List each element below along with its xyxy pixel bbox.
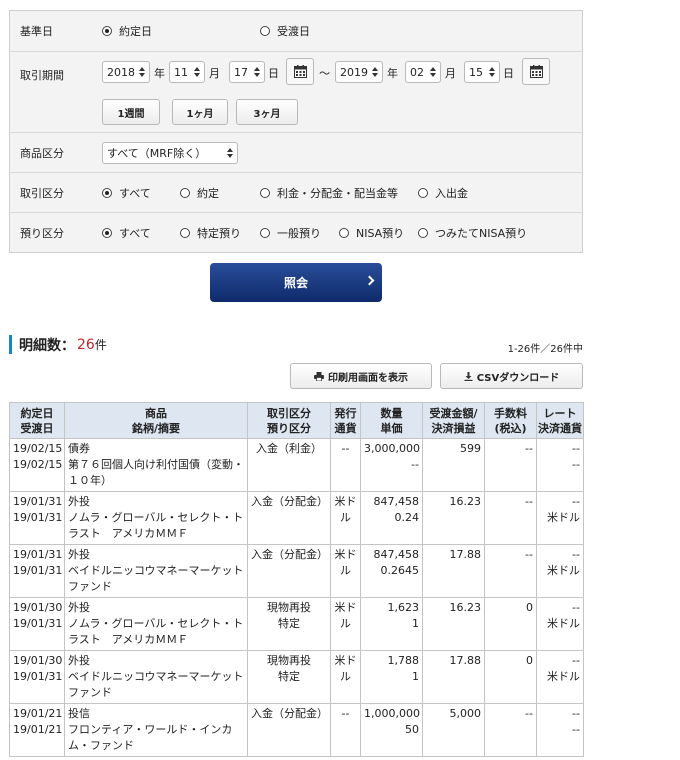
to-year-select[interactable]: 2019 [335,61,383,83]
download-icon [464,371,473,381]
to-calendar-button[interactable] [522,58,550,85]
trade-type-row: 取引区分 すべて 約定 利金・分配金・配当金等 入出金 [10,172,582,212]
trade-type-execution-radio[interactable]: 約定 [180,185,219,201]
trade-type-deposit-radio[interactable]: 入出金 [418,185,468,201]
radio-unchecked-icon [418,187,428,198]
spinner-icon [489,66,495,78]
to-day-select[interactable]: 15 [464,61,500,83]
custody-all-radio[interactable]: すべて [102,225,151,241]
radio-unchecked-icon [260,187,270,198]
radio-unchecked-icon [260,26,270,36]
trade-type-label: 取引区分 [10,173,102,212]
search-form: 基準日 約定日 受渡日 取引期間 2018 年 11 月 17 日 ～ 2019… [9,10,583,253]
spinner-icon [227,147,233,159]
calendar-icon [530,65,543,78]
custody-nisa-radio[interactable]: NISA預り [339,225,404,241]
product-row: 商品区分 すべて（MRF除く） [10,132,582,172]
col-amount: 受渡金額/決済損益 [422,402,485,439]
from-month-select[interactable]: 11 [169,61,205,83]
col-quantity: 数量 単価 [360,402,423,439]
radio-checked-icon [102,227,112,238]
radio-checked-icon [102,187,112,198]
table-row: 19/01/30 19/01/31 外投 ノムラ・グローバル・セレクト・トラスト ア… [9,597,584,651]
col-rate: レート 決済通貨 [536,402,584,439]
period-row: 取引期間 2018 年 11 月 17 日 ～ 2019 年 02 月 15 日… [10,51,582,132]
spinner-icon [430,66,436,78]
table-row: 19/01/31 19/01/31 外投 ベイドルニッコウマネーマーケットファンド … [9,544,584,598]
period-label: 取引期間 [10,52,102,132]
trade-type-all-radio[interactable]: すべて [102,185,151,201]
radio-unchecked-icon [418,227,428,238]
spinner-icon [194,66,200,78]
base-date-settle-radio[interactable]: 受渡日 [260,23,310,39]
print-view-button[interactable]: 印刷用画面を表示 [290,363,432,389]
to-month-select[interactable]: 02 [405,61,441,83]
custody-row: 預り区分 すべて 特定預り 一般預り NISA預り つみたてNISA預り [10,212,582,252]
spinner-icon [372,66,378,78]
col-product: 商品 銘柄/摘要 [64,402,248,439]
inquiry-submit-button[interactable]: 照会 [210,263,382,302]
base-date-label: 基準日 [10,11,102,51]
from-day-select[interactable]: 17 [229,61,265,83]
custody-general-radio[interactable]: 一般預り [260,225,321,241]
table-header: 約定日 受渡日 商品 銘柄/摘要 取引区分 預り区分 発行 通貨 数量 単価 受渡金額/決… [9,402,584,439]
calendar-icon [294,65,307,78]
product-select[interactable]: すべて（MRF除く） [102,142,238,164]
product-label: 商品区分 [10,133,102,172]
custody-label: 預り区分 [10,213,102,252]
radio-checked-icon [102,26,112,36]
table-row: 19/01/30 19/01/31 外投 ベイドルニッコウマネーマーケットファンド … [9,650,584,704]
preset-3month-button[interactable]: 3ヶ月 [236,99,298,125]
transaction-table: 約定日 受渡日 商品 銘柄/摘要 取引区分 預り区分 発行 通貨 数量 単価 受渡金額/決… [9,402,584,757]
spinner-icon [139,66,145,78]
base-date-trade-radio[interactable]: 約定日 [102,23,152,39]
chevron-right-icon [364,275,375,286]
col-trade-type: 取引区分 預り区分 [247,402,331,439]
result-count: 26 [77,336,95,353]
preset-1week-button[interactable]: 1週間 [102,99,160,125]
radio-unchecked-icon [339,227,349,238]
custody-specific-radio[interactable]: 特定預り [180,225,241,241]
from-year-select[interactable]: 2018 [102,61,150,83]
spinner-icon [254,66,260,78]
result-count-heading: 明細数： 26 件 [9,335,107,354]
csv-download-button[interactable]: CSVダウンロード [440,363,583,389]
result-range: 1-26件／26件中 [507,344,583,355]
preset-1month-button[interactable]: 1ヶ月 [172,99,228,125]
table-row: 19/02/15 19/02/15 債券 第７６回個人向け利付国債（変動・１０年） … [9,438,584,492]
printer-icon [314,371,324,381]
col-currency: 発行 通貨 [330,402,361,439]
trade-type-dividend-radio[interactable]: 利金・分配金・配当金等 [260,185,398,201]
table-row: 19/01/21 19/01/21 投信 フロンティア・ワールド・インカム・ファンド… [9,703,584,757]
radio-unchecked-icon [260,227,270,238]
col-fee: 手数料 (税込) [484,402,537,439]
col-date: 約定日 受渡日 [9,402,65,439]
from-calendar-button[interactable] [286,58,314,85]
radio-unchecked-icon [180,187,190,198]
radio-unchecked-icon [180,227,190,238]
base-date-row: 基準日 約定日 受渡日 [10,11,582,51]
custody-tsumitate-nisa-radio[interactable]: つみたてNISA預り [418,225,527,241]
table-row: 19/01/31 19/01/31 外投 ノムラ・グローバル・セレクト・トラスト ア… [9,491,584,545]
